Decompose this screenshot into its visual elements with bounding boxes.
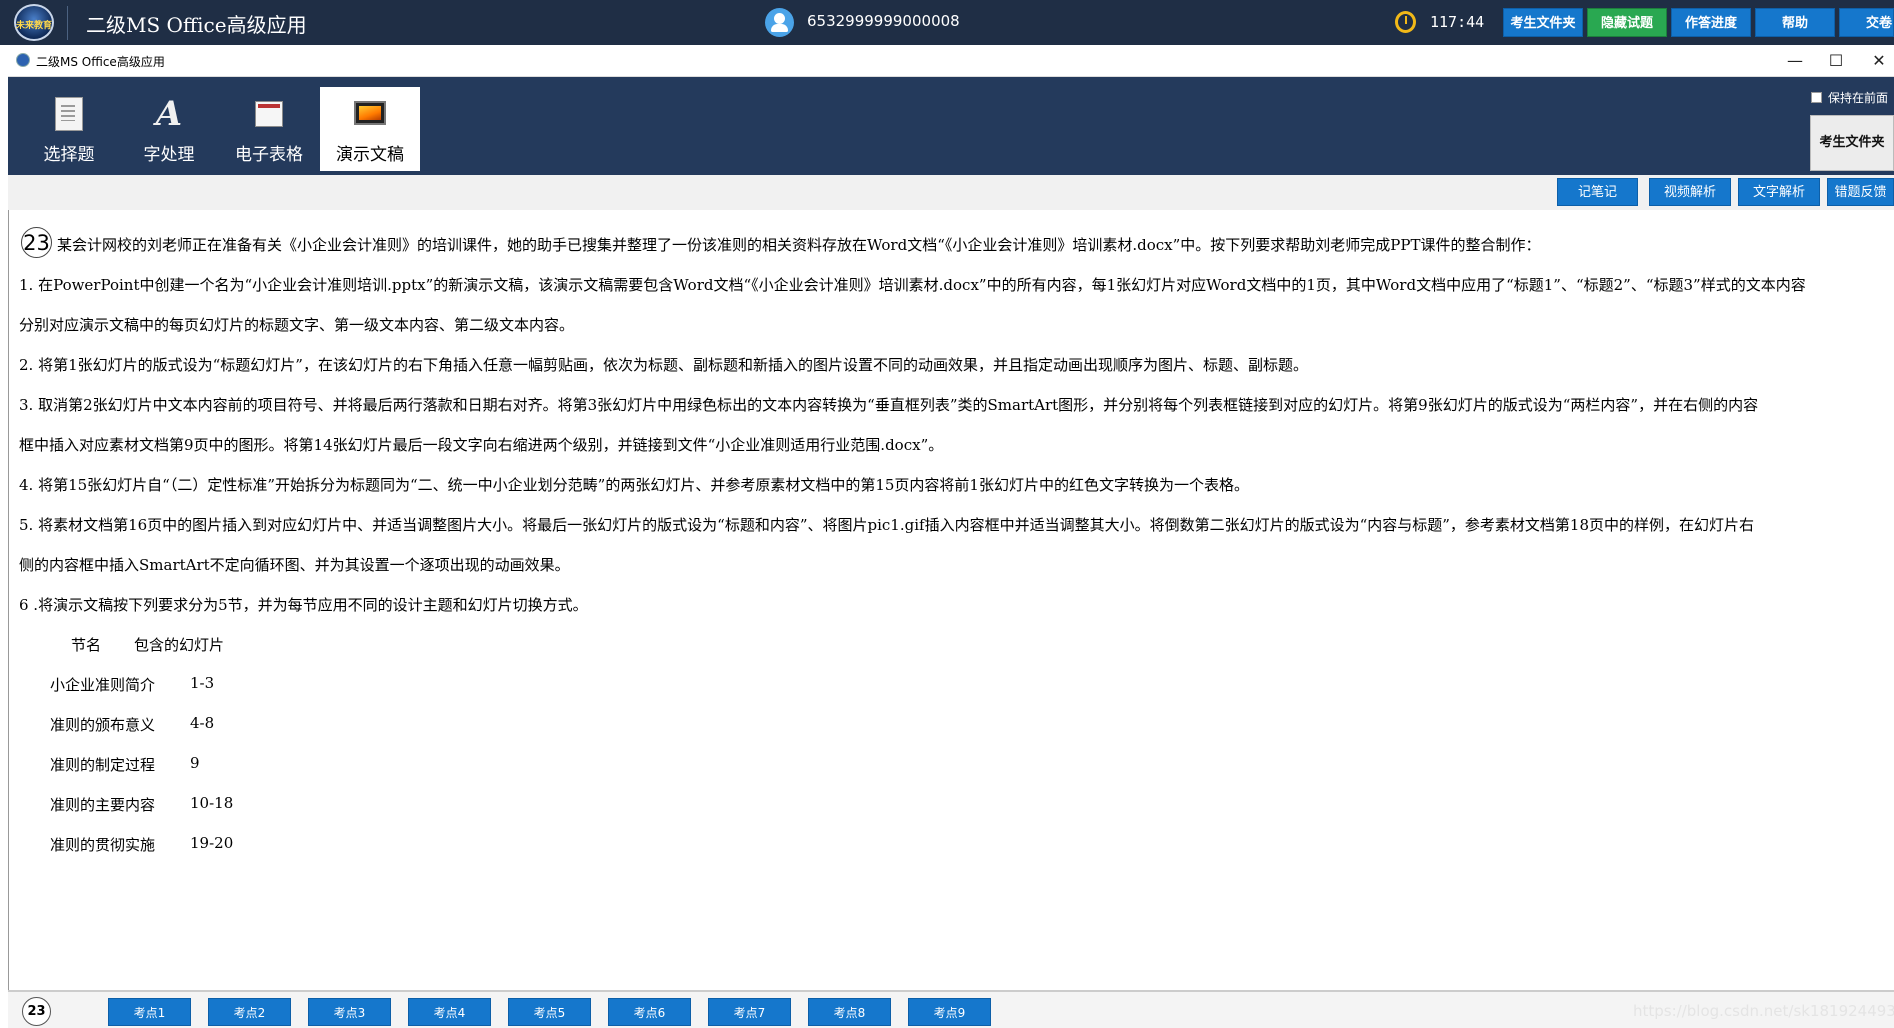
tab-word[interactable]: A 字处理 <box>119 87 219 171</box>
user-icon <box>765 8 794 37</box>
hide-question-button[interactable]: 隐藏试题 <box>1587 8 1667 37</box>
point-button-1[interactable]: 考点1 <box>108 998 191 1026</box>
requirement-line: 6 .将演示文稿按下列要求分为5节，并为每节应用不同的设计主题和幻灯片切换方式。 <box>19 596 588 614</box>
logo-icon: 未来教育 <box>14 4 54 41</box>
side-candidate-folder-button[interactable]: 考生文件夹 <box>1810 115 1894 171</box>
requirement-line: 侧的内容框中插入SmartArt不定向循环图、并为其设置一个逐项出现的动画效果。 <box>19 556 570 574</box>
spreadsheet-icon <box>255 101 283 127</box>
table-cell-slides: 19-20 <box>190 834 234 852</box>
text-analysis-button[interactable]: 文字解析 <box>1738 178 1820 206</box>
tab-powerpoint[interactable]: 演示文稿 <box>320 87 420 171</box>
point-button-2[interactable]: 考点2 <box>208 998 291 1026</box>
requirement-line: 1. 在PowerPoint中创建一个名为“小企业会计准则培训.pptx”的新演… <box>19 276 1806 294</box>
question-toolbar: 记笔记 视频解析 文字解析 错题反馈 <box>8 175 1894 210</box>
category-ribbon: 选择题 A 字处理 电子表格 演示文稿 <box>8 77 1894 175</box>
tab-label: 选择题 <box>43 145 95 165</box>
tab-label: 字处理 <box>143 145 195 165</box>
table-cell-slides: 10-18 <box>190 794 234 812</box>
point-button-7[interactable]: 考点7 <box>708 998 791 1026</box>
requirement-line: 2. 将第1张幻灯片的版式设为“标题幻灯片”，在该幻灯片的右下角插入任意一幅剪贴… <box>19 356 1308 374</box>
candidate-folder-button[interactable]: 考生文件夹 <box>1503 8 1583 37</box>
table-cell-section: 小企业准则简介 <box>50 676 156 694</box>
question-intro: 某会计网校的刘老师正在准备有关《小企业会计准则》的培训课件，她的助手已搜集并整理… <box>57 236 1541 254</box>
error-feedback-button[interactable]: 错题反馈 <box>1827 178 1894 206</box>
tab-excel[interactable]: 电子表格 <box>219 87 319 171</box>
timer-icon <box>1395 11 1416 33</box>
submit-button[interactable]: 交卷 <box>1839 8 1894 37</box>
keep-front-label: 保持在前面 <box>1828 91 1889 105</box>
question-content: 23 某会计网校的刘老师正在准备有关《小企业会计准则》的培训课件，她的助手已搜集… <box>8 210 1894 990</box>
requirement-line: 框中插入对应素材文档第9页中的图形。将第14张幻灯片最后一段文字向右缩进两个级别… <box>19 436 944 454</box>
point-button-3[interactable]: 考点3 <box>308 998 391 1026</box>
tab-label: 电子表格 <box>235 145 303 165</box>
watermark-text: https://blog.csdn.net/sk18192449347 <box>1633 1002 1894 1020</box>
checkbox-icon[interactable] <box>1811 92 1822 103</box>
question-number: 23 <box>21 227 52 258</box>
requirement-line: 分别对应演示文稿中的每页幻灯片的标题文字、第一级文本内容、第二级文本内容。 <box>19 316 575 334</box>
window-title-bar: 二级MS Office高级应用 — ☐ ✕ <box>8 45 1894 77</box>
point-button-6[interactable]: 考点6 <box>608 998 691 1026</box>
tab-label: 演示文稿 <box>336 145 404 165</box>
point-button-4[interactable]: 考点4 <box>408 998 491 1026</box>
slide-icon <box>354 101 386 125</box>
candidate-id: 6532999999000008 <box>807 12 960 30</box>
help-button[interactable]: 帮助 <box>1755 8 1835 37</box>
table-cell-section: 准则的制定过程 <box>50 756 156 774</box>
close-button[interactable]: ✕ <box>1864 49 1894 73</box>
requirement-line: 3. 取消第2张幻灯片中文本内容前的项目符号、并将最后两行落款和日期右对齐。将第… <box>19 396 1759 414</box>
exam-top-bar: 未来教育 二级MS Office高级应用 6532999999000008 11… <box>0 0 1894 45</box>
point-button-8[interactable]: 考点8 <box>808 998 891 1026</box>
question-number-badge: 23 <box>22 997 51 1026</box>
requirement-line: 5. 将素材文档第16页中的图片插入到对应幻灯片中、并适当调整图片大小。将最后一… <box>19 516 1755 534</box>
point-button-5[interactable]: 考点5 <box>508 998 591 1026</box>
note-button[interactable]: 记笔记 <box>1557 178 1638 206</box>
app-icon <box>16 53 30 67</box>
letter-a-icon: A <box>155 94 183 134</box>
tab-choice[interactable]: 选择题 <box>19 87 119 171</box>
maximize-button[interactable]: ☐ <box>1821 49 1851 73</box>
table-cell-section: 准则的颁布意义 <box>50 716 156 734</box>
point-button-9[interactable]: 考点9 <box>908 998 991 1026</box>
divider <box>67 6 68 40</box>
keep-front-checkbox[interactable]: 保持在前面 <box>1811 89 1888 106</box>
bottom-points-bar: 23 考点1 考点2 考点3 考点4 考点5 考点6 考点7 考点8 考点9 h… <box>8 990 1894 1028</box>
requirement-line: 4. 将第15张幻灯片自“（二）定性标准”开始拆分为标题同为“二、统一中小企业划… <box>19 476 1249 494</box>
countdown-timer: 117:44 <box>1430 13 1485 31</box>
table-cell-section: 准则的贯彻实施 <box>50 836 156 854</box>
table-cell-slides: 4-8 <box>190 714 215 732</box>
table-header-slides: 包含的幻灯片 <box>134 636 225 654</box>
table-cell-slides: 1-3 <box>190 674 215 692</box>
window-title: 二级MS Office高级应用 <box>36 55 165 69</box>
app-title: 二级MS Office高级应用 <box>86 13 307 37</box>
progress-button[interactable]: 作答进度 <box>1671 8 1751 37</box>
table-cell-section: 准则的主要内容 <box>50 796 156 814</box>
video-analysis-button[interactable]: 视频解析 <box>1649 178 1731 206</box>
document-icon <box>55 97 83 131</box>
table-cell-slides: 9 <box>190 754 200 772</box>
minimize-button[interactable]: — <box>1780 49 1810 73</box>
table-header-section: 节名 <box>71 636 102 654</box>
